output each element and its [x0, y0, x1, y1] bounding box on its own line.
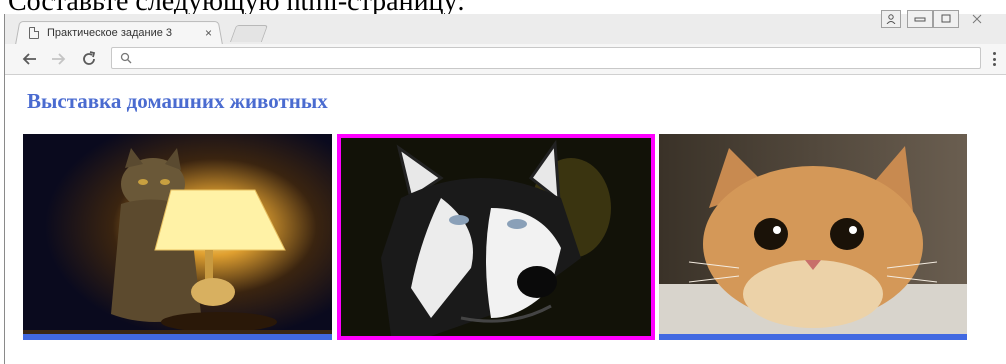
cat-lamp-photo: [23, 134, 332, 340]
page-icon: [29, 27, 39, 39]
address-bar[interactable]: [111, 47, 981, 69]
husky-photo: [337, 134, 655, 340]
forward-button[interactable]: [49, 49, 69, 69]
accent-bar: [659, 334, 967, 340]
page-title: Выставка домашних животных: [27, 89, 328, 113]
back-button[interactable]: [19, 49, 39, 69]
close-window-button[interactable]: [963, 10, 991, 28]
tab-label-group: Практическое задание 3: [29, 24, 172, 42]
ginger-cat-photo: [659, 134, 967, 340]
search-icon: [120, 52, 132, 64]
more-vert-icon[interactable]: [993, 52, 997, 66]
arrow-left-icon: [22, 53, 36, 65]
browser-window: Практическое задание 3 × Выставка домашн…: [4, 10, 1006, 364]
new-tab-button[interactable]: [229, 25, 269, 42]
browser-toolbar: [5, 44, 1006, 75]
minimize-icon: [914, 17, 926, 22]
accent-bar: [23, 334, 332, 340]
close-icon: [972, 14, 982, 24]
cat-lamp-image: [23, 134, 332, 340]
maximize-icon: [941, 14, 951, 23]
user-icon: [886, 14, 896, 24]
reload-button[interactable]: [79, 49, 99, 69]
ginger-cat-image: [659, 134, 967, 340]
tab-title: Практическое задание 3: [47, 27, 173, 39]
husky-image: [341, 138, 651, 336]
minimize-button[interactable]: [907, 10, 933, 28]
tab-close-icon[interactable]: ×: [205, 26, 212, 40]
page-viewport: Выставка домашних животных: [5, 75, 1006, 364]
title-bar: Практическое задание 3 ×: [5, 10, 1006, 45]
maximize-button[interactable]: [933, 10, 959, 28]
reload-icon: [83, 51, 96, 65]
arrow-right-icon: [52, 53, 66, 65]
profile-button[interactable]: [881, 10, 901, 28]
